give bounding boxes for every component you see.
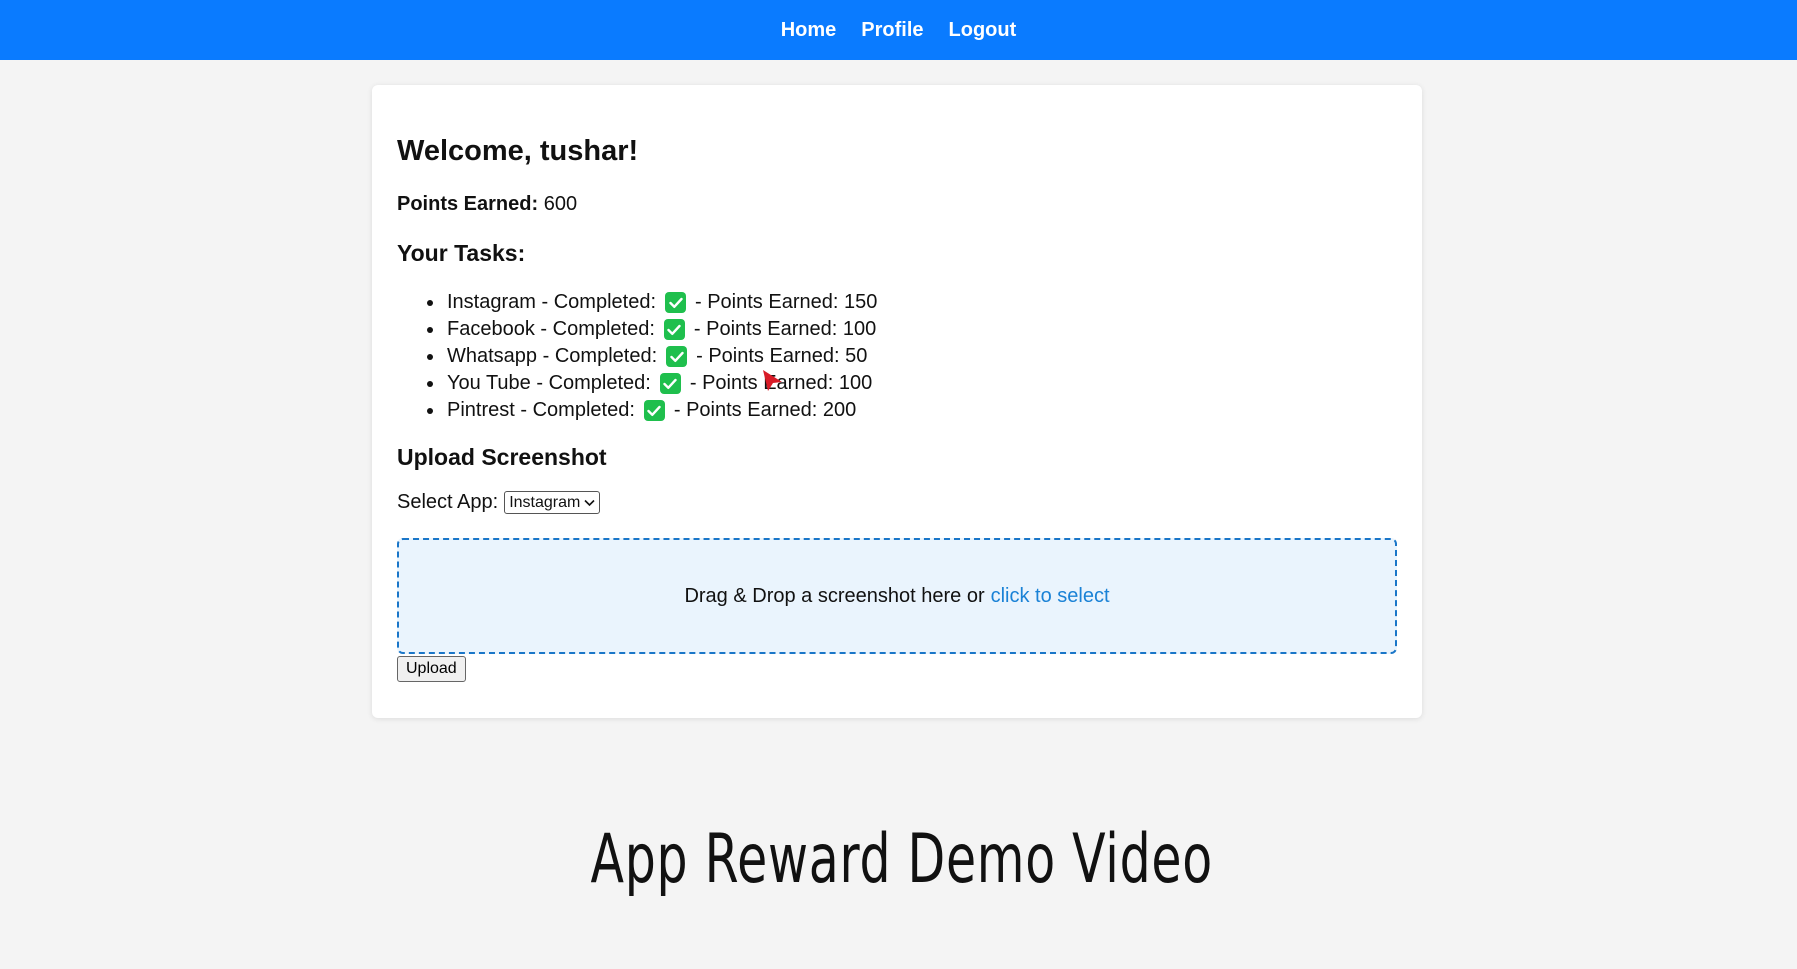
task-separator: - bbox=[673, 399, 687, 421]
task-item: You Tube - Completed: - Points Earned: 10… bbox=[422, 370, 1397, 397]
nav-logout-link[interactable]: Logout bbox=[949, 19, 1017, 42]
task-completed-label: Completed: bbox=[554, 345, 658, 367]
task-separator: - bbox=[693, 318, 707, 340]
task-app-name: You Tube bbox=[447, 372, 531, 394]
dropzone-text: Drag & Drop a screenshot here or bbox=[684, 584, 985, 607]
task-points-label: Points Earned: bbox=[686, 399, 818, 421]
check-box-icon bbox=[659, 373, 681, 394]
select-app-row: Select App: Instagram bbox=[397, 491, 1397, 514]
task-item: Instagram - Completed: - Points Earned: 1… bbox=[422, 289, 1397, 316]
check-box-icon bbox=[666, 346, 688, 367]
task-app-name: Pintrest bbox=[447, 399, 515, 421]
app-select[interactable]: Instagram bbox=[504, 491, 601, 514]
tasks-heading: Your Tasks: bbox=[397, 240, 526, 266]
task-points-label: Points Earned: bbox=[706, 318, 838, 340]
top-navbar: Home Profile Logout bbox=[0, 0, 1797, 60]
task-separator: - bbox=[535, 291, 554, 313]
nav-profile-link[interactable]: Profile bbox=[861, 19, 923, 42]
task-separator: - bbox=[695, 291, 708, 313]
task-separator: - bbox=[696, 345, 709, 367]
task-separator: - bbox=[534, 318, 553, 340]
task-app-name: Whatsapp bbox=[447, 345, 538, 367]
nav-home-link[interactable]: Home bbox=[781, 19, 837, 42]
task-points-label: Points Earned: bbox=[707, 291, 839, 313]
points-earned: Points Earned: 600 bbox=[397, 192, 1397, 216]
task-item: Pintrest - Completed: - Points Earned: 20… bbox=[422, 397, 1397, 424]
video-caption: App Reward Demo Video bbox=[590, 820, 1213, 899]
task-completed-label: Completed: bbox=[548, 372, 651, 394]
task-completed-label: Completed: bbox=[532, 399, 635, 421]
task-item: Facebook - Completed: - Points Earned: 10… bbox=[422, 316, 1397, 343]
task-completed-label: Completed: bbox=[553, 291, 656, 313]
bullet-icon bbox=[427, 407, 433, 414]
dashboard-card: Welcome, tushar! Points Earned: 600 Your… bbox=[372, 85, 1422, 718]
task-points-value: 150 bbox=[843, 291, 878, 313]
task-points-label: Points Earned: bbox=[708, 345, 840, 367]
check-box-icon bbox=[663, 319, 685, 340]
task-app-name: Facebook bbox=[447, 318, 535, 340]
task-separator: - bbox=[689, 372, 703, 394]
task-points-value: 100 bbox=[842, 318, 877, 340]
task-separator: - bbox=[530, 372, 549, 394]
bullet-icon bbox=[427, 353, 433, 360]
select-app-label: Select App: bbox=[397, 491, 499, 513]
task-points-value: 50 bbox=[845, 345, 868, 367]
task-separator: - bbox=[514, 399, 533, 421]
chevron-down-icon bbox=[584, 499, 595, 506]
task-list: Instagram - Completed: - Points Earned: 1… bbox=[397, 289, 1397, 424]
task-points-value: 100 bbox=[838, 372, 873, 394]
upload-heading: Upload Screenshot bbox=[397, 444, 607, 470]
screenshot-dropzone[interactable]: Drag & Drop a screenshot here or click t… bbox=[397, 538, 1397, 654]
check-box-icon bbox=[643, 400, 665, 421]
bullet-icon bbox=[427, 299, 433, 306]
bullet-icon bbox=[427, 326, 433, 333]
task-completed-label: Completed: bbox=[552, 318, 655, 340]
task-separator: - bbox=[537, 345, 555, 367]
points-value: 600 bbox=[543, 193, 578, 215]
task-app-name: Instagram bbox=[447, 291, 536, 313]
welcome-heading: Welcome, tushar! bbox=[397, 135, 639, 167]
task-points-value: 200 bbox=[822, 399, 857, 421]
check-box-icon bbox=[665, 292, 686, 313]
upload-button[interactable]: Upload bbox=[397, 656, 466, 682]
app-select-value: Instagram bbox=[509, 493, 581, 511]
bullet-icon bbox=[427, 380, 433, 387]
click-to-select-link[interactable]: click to select bbox=[991, 585, 1110, 608]
task-item: Whatsapp - Completed: - Points Earned: 50 bbox=[422, 343, 1397, 370]
mouse-cursor-icon bbox=[762, 369, 784, 398]
points-label: Points Earned: bbox=[397, 193, 539, 215]
